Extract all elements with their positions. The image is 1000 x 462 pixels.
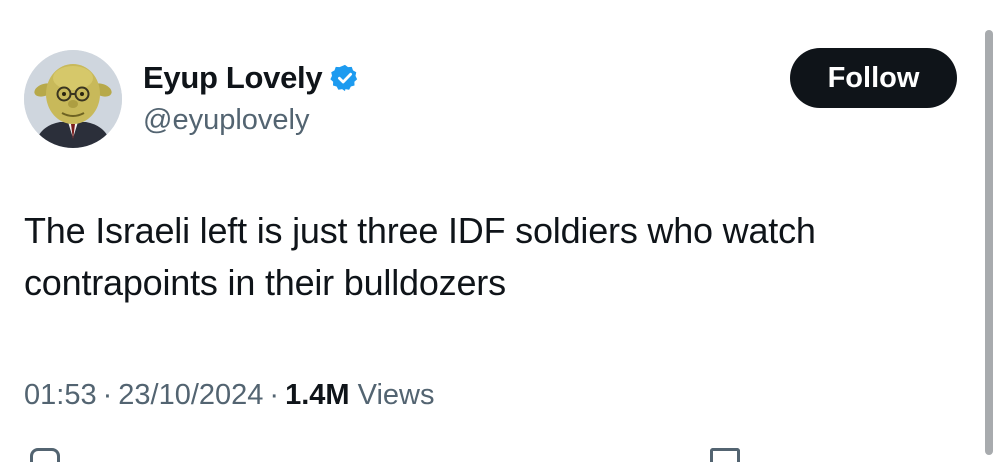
follow-button[interactable]: Follow xyxy=(790,48,957,108)
meta-separator: · xyxy=(269,379,280,411)
tweet-time[interactable]: 01:53 xyxy=(24,379,97,411)
views-count[interactable]: 1.4M xyxy=(285,379,349,411)
tweet-text: The Israeli left is just three IDF soldi… xyxy=(24,210,816,303)
tweet-card: Eyup Lovely @eyuplovely Follow The Israe… xyxy=(0,0,1000,462)
meta-separator: · xyxy=(102,379,113,411)
tweet-metadata: 01:53 · 23/10/2024 · 1.4M Views xyxy=(24,373,434,417)
avatar-portrait-icon xyxy=(24,50,122,148)
share-icon[interactable] xyxy=(710,448,740,462)
scrollbar[interactable] xyxy=(985,30,993,455)
display-name-row: Eyup Lovely xyxy=(143,58,360,98)
verified-badge-icon xyxy=(330,63,360,93)
tweet-date[interactable]: 23/10/2024 xyxy=(118,379,263,411)
author-avatar[interactable] xyxy=(24,50,122,148)
views-label: Views xyxy=(357,379,435,411)
author-display-name[interactable]: Eyup Lovely xyxy=(143,58,323,98)
author-info: Eyup Lovely @eyuplovely xyxy=(143,58,360,140)
reply-icon[interactable] xyxy=(30,448,60,462)
author-handle[interactable]: @eyuplovely xyxy=(143,100,360,140)
